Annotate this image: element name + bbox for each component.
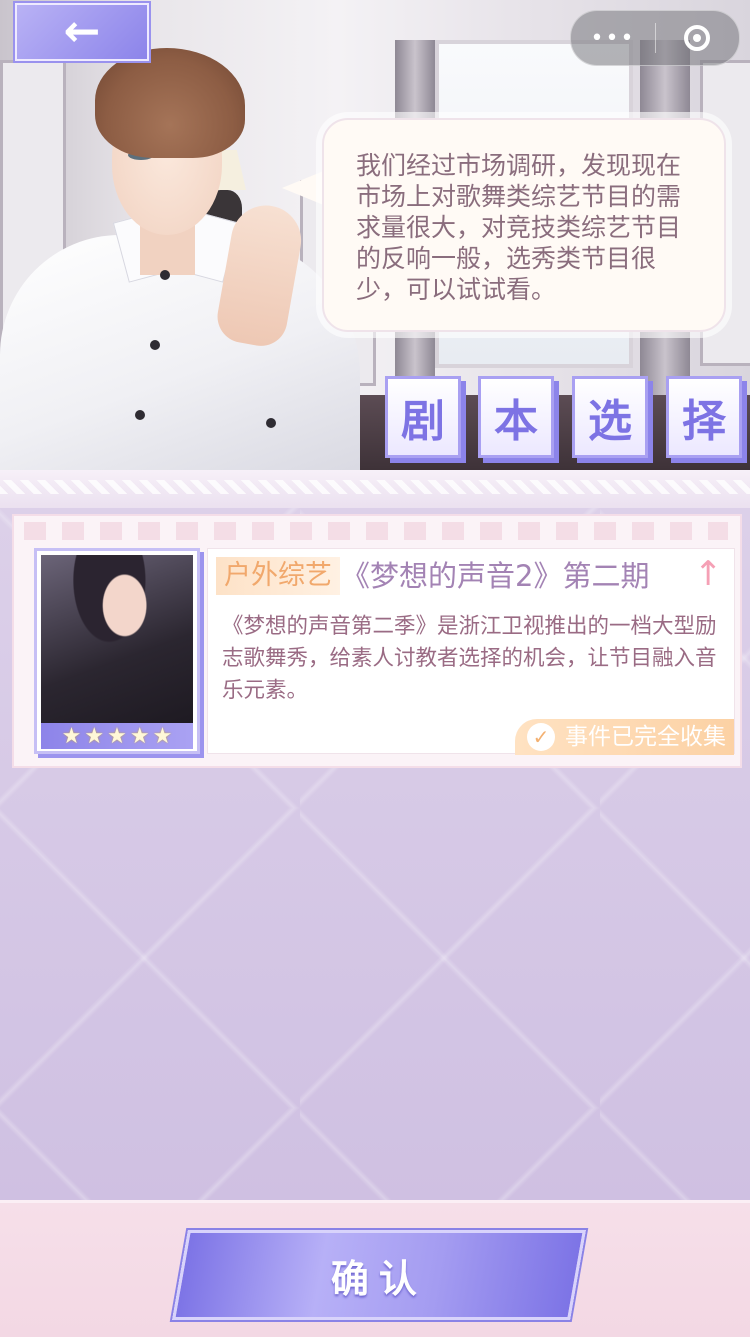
script-card[interactable]: ★ ★ ★ ★ ★ 户外综艺 《梦想的声音2》第二期 ↑ 《梦想的声音第二季》是… — [12, 514, 742, 768]
more-menu-icon[interactable]: ••• — [571, 26, 655, 51]
star-rating: ★ ★ ★ ★ ★ — [41, 723, 193, 749]
genre-tag: 户外综艺 — [216, 557, 340, 595]
title-char: 选 — [572, 376, 648, 458]
back-arrow-icon: ← — [63, 6, 101, 57]
target-icon — [684, 25, 710, 51]
star-icon: ★ — [84, 723, 105, 749]
speech-bubble-tail — [282, 170, 326, 206]
decorative-strip — [0, 470, 750, 508]
collected-badge: ✓ 事件已完全收集 — [515, 719, 734, 755]
star-icon: ★ — [61, 723, 82, 749]
title-char: 择 — [666, 376, 742, 458]
shirt-button — [135, 410, 145, 420]
shirt-button — [266, 418, 276, 428]
confirm-label: 确认 — [330, 1256, 427, 1301]
film-strip-decoration — [24, 522, 728, 540]
collected-label: 事件已完全收集 — [565, 724, 726, 750]
script-thumbnail: ★ ★ ★ ★ ★ — [34, 548, 200, 754]
check-icon: ✓ — [527, 723, 555, 751]
shirt-button — [160, 270, 170, 280]
title-char: 本 — [478, 376, 554, 458]
title-char: 剧 — [385, 376, 461, 458]
speech-bubble: 我们经过市场调研，发现现在市场上对歌舞类综艺节目的需求量很大，对竞技类综艺节目的… — [322, 118, 726, 332]
character-portrait — [41, 555, 193, 723]
up-arrow-icon: ↑ — [694, 554, 723, 594]
confirm-button[interactable]: 确认 — [172, 1230, 586, 1320]
character-hair — [95, 48, 245, 158]
star-icon: ★ — [107, 723, 127, 749]
miniprogram-capsule: ••• — [570, 10, 740, 66]
close-miniprogram-button[interactable] — [656, 25, 738, 51]
episode-title: 《梦想的声音2》第二期 — [341, 559, 650, 593]
back-button[interactable]: ← — [15, 3, 149, 61]
star-icon: ★ — [129, 723, 150, 749]
star-icon: ★ — [152, 723, 173, 749]
script-info: 户外综艺 《梦想的声音2》第二期 ↑ 《梦想的声音第二季》是浙江卫视推出的一档大… — [207, 548, 735, 755]
episode-description: 《梦想的声音第二季》是浙江卫视推出的一档大型励志歌舞秀，给素人讨教者选择的机会，… — [222, 614, 717, 703]
shirt-button — [150, 340, 160, 350]
dialog-text: 我们经过市场调研，发现现在市场上对歌舞类综艺节目的需求量很大，对竞技类综艺节目的… — [356, 151, 682, 304]
